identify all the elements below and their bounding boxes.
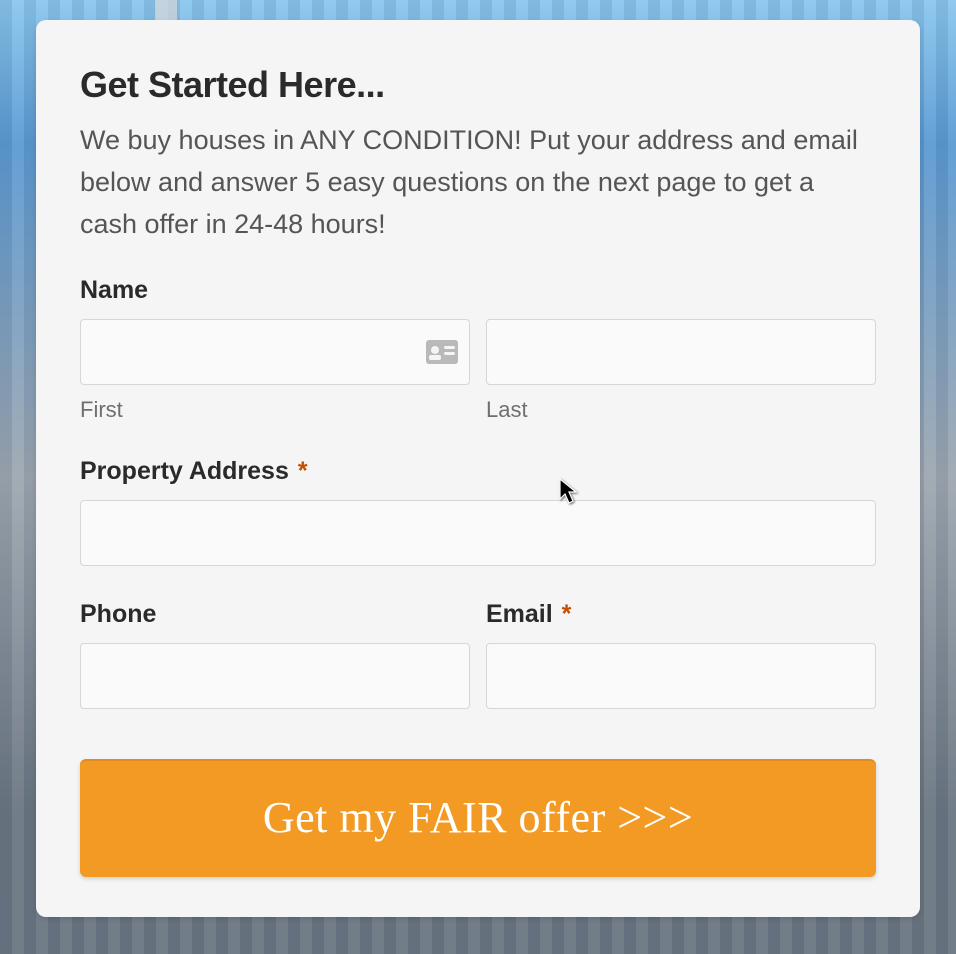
first-name-input[interactable] (80, 319, 470, 385)
email-required-mark: * (562, 600, 572, 628)
phone-label: Phone (80, 600, 470, 629)
address-group: Property Address * (80, 457, 876, 566)
email-label-wrap: Email * (486, 600, 876, 629)
phone-input[interactable] (80, 643, 470, 709)
contact-row: Phone Email * (80, 600, 876, 709)
address-input[interactable] (80, 500, 876, 566)
address-label-wrap: Property Address * (80, 457, 876, 486)
form-heading: Get Started Here... (80, 64, 876, 106)
name-label: Name (80, 276, 876, 305)
last-name-input[interactable] (486, 319, 876, 385)
form-subtext: We buy houses in ANY CONDITION! Put your… (80, 120, 876, 246)
email-input[interactable] (486, 643, 876, 709)
address-required-mark: * (298, 457, 308, 485)
lead-form-card: Get Started Here... We buy houses in ANY… (36, 20, 920, 917)
address-label: Property Address (80, 457, 289, 485)
name-group: Name First (80, 276, 876, 423)
first-name-sublabel: First (80, 397, 470, 423)
submit-button[interactable]: Get my FAIR offer >>> (80, 759, 876, 877)
email-label: Email (486, 600, 553, 628)
last-name-sublabel: Last (486, 397, 876, 423)
